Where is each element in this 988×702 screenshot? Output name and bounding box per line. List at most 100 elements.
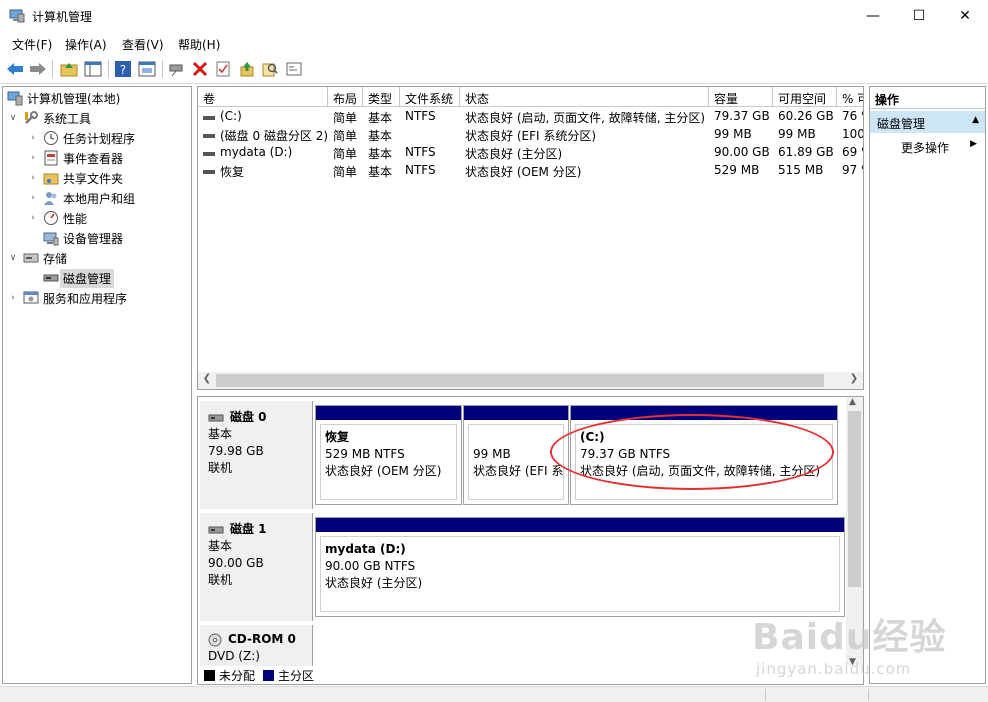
vertical-scrollbar[interactable]: ▲ ▼ [846, 397, 863, 667]
export-icon[interactable] [237, 59, 257, 79]
table-cell[interactable]: 基本 [363, 127, 400, 145]
table-cell[interactable]: NTFS [400, 109, 460, 127]
disk-0-label[interactable]: 磁盘 0 基本 79.98 GB 联机 [200, 401, 313, 509]
table-cell[interactable]: 基本 [363, 109, 400, 127]
chevron-right-icon[interactable]: › [27, 173, 39, 183]
scrollbar-thumb[interactable] [848, 411, 861, 587]
menu-file[interactable]: 文件(F) [12, 36, 52, 53]
maximize-button[interactable]: ☐ [896, 0, 942, 32]
scroll-right-icon[interactable]: ❯ [846, 373, 862, 388]
cdrom-0-label[interactable]: CD-ROM 0 DVD (Z:) [200, 625, 313, 667]
collapse-up-icon[interactable]: ▲ [972, 115, 979, 125]
table-cell[interactable]: 79.37 GB [709, 109, 773, 127]
tree-item-system-tools[interactable]: ∨ 系统工具 [7, 108, 91, 128]
table-cell[interactable]: 恢复 [198, 163, 328, 181]
partition-efi[interactable]: 99 MB 状态良好 (EFI 系统分区) [463, 405, 569, 505]
tree-label: 设备管理器 [63, 231, 124, 246]
partition-size: 529 MB NTFS [325, 447, 405, 461]
table-cell[interactable]: 状态良好 (主分区) [460, 145, 709, 163]
table-cell[interactable]: 76 % [837, 109, 863, 127]
back-icon[interactable] [5, 59, 25, 79]
table-cell[interactable]: 100 % [837, 127, 863, 145]
delete-icon[interactable] [190, 59, 210, 79]
chevron-right-icon[interactable]: › [27, 193, 39, 203]
table-cell[interactable]: 90.00 GB [709, 145, 773, 163]
table-cell[interactable]: 69 % [837, 145, 863, 163]
up-folder-icon[interactable] [59, 59, 79, 79]
tree-item-storage[interactable]: ∨ 存储 [7, 248, 67, 268]
menu-view[interactable]: 查看(V) [122, 36, 164, 53]
tree-item-device-manager[interactable]: 设备管理器 [43, 228, 123, 248]
partition-recovery[interactable]: 恢复 529 MB NTFS 状态良好 (OEM 分区) [315, 405, 462, 505]
table-cell[interactable] [400, 127, 460, 145]
partition-c[interactable]: (C:) 79.37 GB NTFS 状态良好 (启动, 页面文件, 故障转储,… [570, 405, 838, 505]
chevron-down-icon[interactable]: ∨ [7, 253, 19, 263]
disk-1-label[interactable]: 磁盘 1 基本 90.00 GB 联机 [200, 513, 313, 621]
table-cell[interactable]: 简单 [328, 163, 363, 181]
disk-map: 磁盘 0 基本 79.98 GB 联机 恢复 529 MB NTFS 状态良好 … [197, 396, 864, 685]
actions-section-disk-management[interactable]: 磁盘管理 ▲ [870, 111, 985, 133]
tree-item-disk-management[interactable]: 磁盘管理 [43, 268, 115, 288]
tree-item-services-apps[interactable]: › 服务和应用程序 [7, 288, 127, 308]
chevron-right-icon[interactable]: › [7, 293, 19, 303]
column-header-status[interactable]: 状态 [460, 87, 709, 107]
help-icon[interactable]: ? [113, 59, 133, 79]
tree-label: 计算机管理(本地) [27, 91, 121, 106]
console-icon[interactable] [137, 59, 157, 79]
menu-action[interactable]: 操作(A) [65, 36, 107, 53]
table-cell[interactable]: 61.89 GB [773, 145, 837, 163]
column-header-filesystem[interactable]: 文件系统 [400, 87, 460, 107]
tree-item-root[interactable]: 计算机管理(本地) [7, 88, 120, 108]
column-header-free-space[interactable]: 可用空间 [773, 87, 837, 107]
tree-item-local-users[interactable]: › 本地用户和组 [27, 188, 135, 208]
table-cell[interactable]: mydata (D:) [198, 145, 328, 163]
table-cell[interactable]: (C:) [198, 109, 328, 127]
table-cell[interactable]: 基本 [363, 163, 400, 181]
column-header-capacity[interactable]: 容量 [709, 87, 773, 107]
scrollbar-thumb[interactable] [216, 374, 824, 387]
table-cell[interactable]: 简单 [328, 127, 363, 145]
table-cell[interactable]: NTFS [400, 163, 460, 181]
menu-help[interactable]: 帮助(H) [178, 36, 220, 53]
more-actions-item[interactable]: 更多操作 ▶ [870, 135, 985, 157]
close-button[interactable]: ✕ [942, 0, 988, 32]
table-cell[interactable]: 状态良好 (OEM 分区) [460, 163, 709, 181]
column-header-type[interactable]: 类型 [363, 87, 400, 107]
tree-item-shared-folders[interactable]: › 共享文件夹 [27, 168, 123, 188]
scroll-left-icon[interactable]: ❮ [199, 373, 215, 388]
legend-unallocated: 未分配 [219, 668, 256, 683]
minimize-button[interactable]: — [850, 0, 896, 32]
column-header-layout[interactable]: 布局 [328, 87, 363, 107]
table-cell[interactable]: 简单 [328, 145, 363, 163]
tree-item-task-scheduler[interactable]: › 任务计划程序 [27, 128, 135, 148]
partition-mydata[interactable]: mydata (D:) 90.00 GB NTFS 状态良好 (主分区) [315, 517, 845, 617]
table-cell[interactable]: 97 % [837, 163, 863, 181]
search-icon[interactable] [260, 59, 280, 79]
table-cell[interactable]: 基本 [363, 145, 400, 163]
tree-item-performance[interactable]: › 性能 [27, 208, 87, 228]
table-cell[interactable]: 60.26 GB [773, 109, 837, 127]
table-cell[interactable]: 99 MB [773, 127, 837, 145]
horizontal-scrollbar[interactable]: ❮ ❯ [198, 372, 863, 389]
command-icon[interactable] [284, 59, 304, 79]
chevron-right-icon[interactable]: › [27, 133, 39, 143]
connect-icon[interactable] [167, 59, 187, 79]
table-cell[interactable]: 简单 [328, 109, 363, 127]
table-cell[interactable]: 状态良好 (EFI 系统分区) [460, 127, 709, 145]
column-header-percent-free[interactable]: % 可 [837, 87, 863, 107]
table-cell[interactable]: NTFS [400, 145, 460, 163]
chevron-down-icon[interactable]: ∨ [7, 113, 19, 123]
forward-icon[interactable] [28, 59, 48, 79]
chevron-right-icon[interactable]: › [27, 153, 39, 163]
show-tree-icon[interactable] [83, 59, 103, 79]
scroll-up-icon[interactable]: ▲ [849, 397, 856, 407]
table-cell[interactable]: 515 MB [773, 163, 837, 181]
chevron-right-icon[interactable]: › [27, 213, 39, 223]
table-cell[interactable]: 状态良好 (启动, 页面文件, 故障转储, 主分区) [460, 109, 709, 127]
properties-icon[interactable] [213, 59, 233, 79]
table-cell[interactable]: 99 MB [709, 127, 773, 145]
tree-item-event-viewer[interactable]: › 事件查看器 [27, 148, 123, 168]
table-cell[interactable]: (磁盘 0 磁盘分区 2) [198, 127, 328, 145]
table-cell[interactable]: 529 MB [709, 163, 773, 181]
column-header-volume[interactable]: 卷 [198, 87, 328, 107]
